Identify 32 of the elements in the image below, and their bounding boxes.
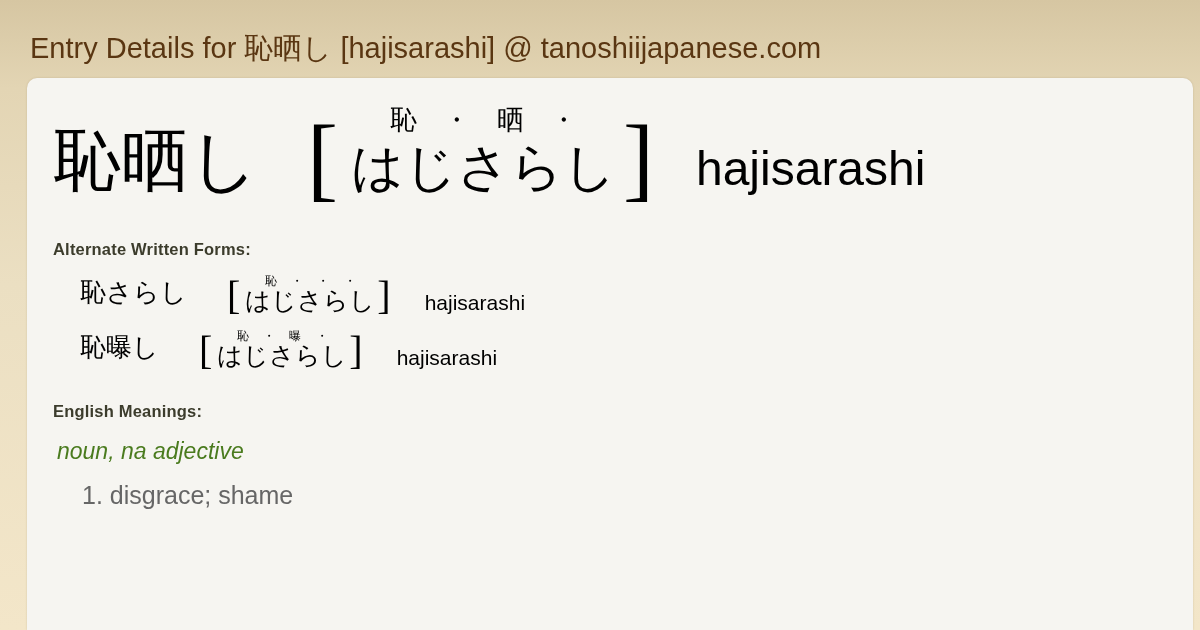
furigana-mark: 曝 bbox=[289, 330, 302, 342]
furigana-mark: ・ bbox=[263, 330, 276, 342]
furigana-mark: 恥 bbox=[390, 107, 418, 134]
romaji-reading: hajisarashi bbox=[695, 145, 926, 193]
romaji-reading: hajisarashi bbox=[424, 292, 526, 313]
furigana-mark: 晒 bbox=[496, 107, 524, 134]
furigana-mark: 恥 bbox=[236, 330, 249, 342]
furigana-mark: 恥 bbox=[264, 275, 277, 287]
kana-reading: はじさらし bbox=[351, 142, 616, 194]
furigana-mark: ・ bbox=[443, 107, 471, 134]
reading-bracket: [ bbox=[199, 331, 213, 371]
reading-bracket: ] bbox=[349, 331, 363, 371]
kana-reading: はじさらし bbox=[245, 288, 376, 313]
reading-bracket: [ bbox=[227, 276, 241, 316]
furigana-mark: ・ bbox=[317, 275, 330, 287]
alternate-form-word: 恥曝し bbox=[80, 335, 159, 361]
page-title: Entry Details for 恥晒し [hajisarashi] @ tanoshiijapanese.com bbox=[30, 31, 822, 66]
romaji-reading: hajisarashi bbox=[396, 347, 498, 368]
definition-text: 1. disgrace; shame bbox=[82, 480, 294, 510]
headword: 恥晒し bbox=[53, 127, 259, 195]
reading-bracket: ] bbox=[377, 276, 391, 316]
section-heading: Alternate Written Forms: bbox=[53, 239, 251, 259]
furigana-mark: ・ bbox=[315, 330, 328, 342]
section-heading: English Meanings: bbox=[53, 401, 203, 421]
part-of-speech: noun, na adjective bbox=[57, 437, 244, 465]
reading-bracket: [ bbox=[307, 112, 338, 205]
kana-reading: はじさらし bbox=[217, 343, 348, 368]
alternate-form-word: 恥さらし bbox=[80, 280, 187, 306]
furigana-mark: ・ bbox=[291, 275, 304, 287]
reading-bracket: ] bbox=[623, 112, 654, 205]
furigana-mark: ・ bbox=[343, 275, 356, 287]
furigana-mark: ・ bbox=[549, 107, 577, 134]
